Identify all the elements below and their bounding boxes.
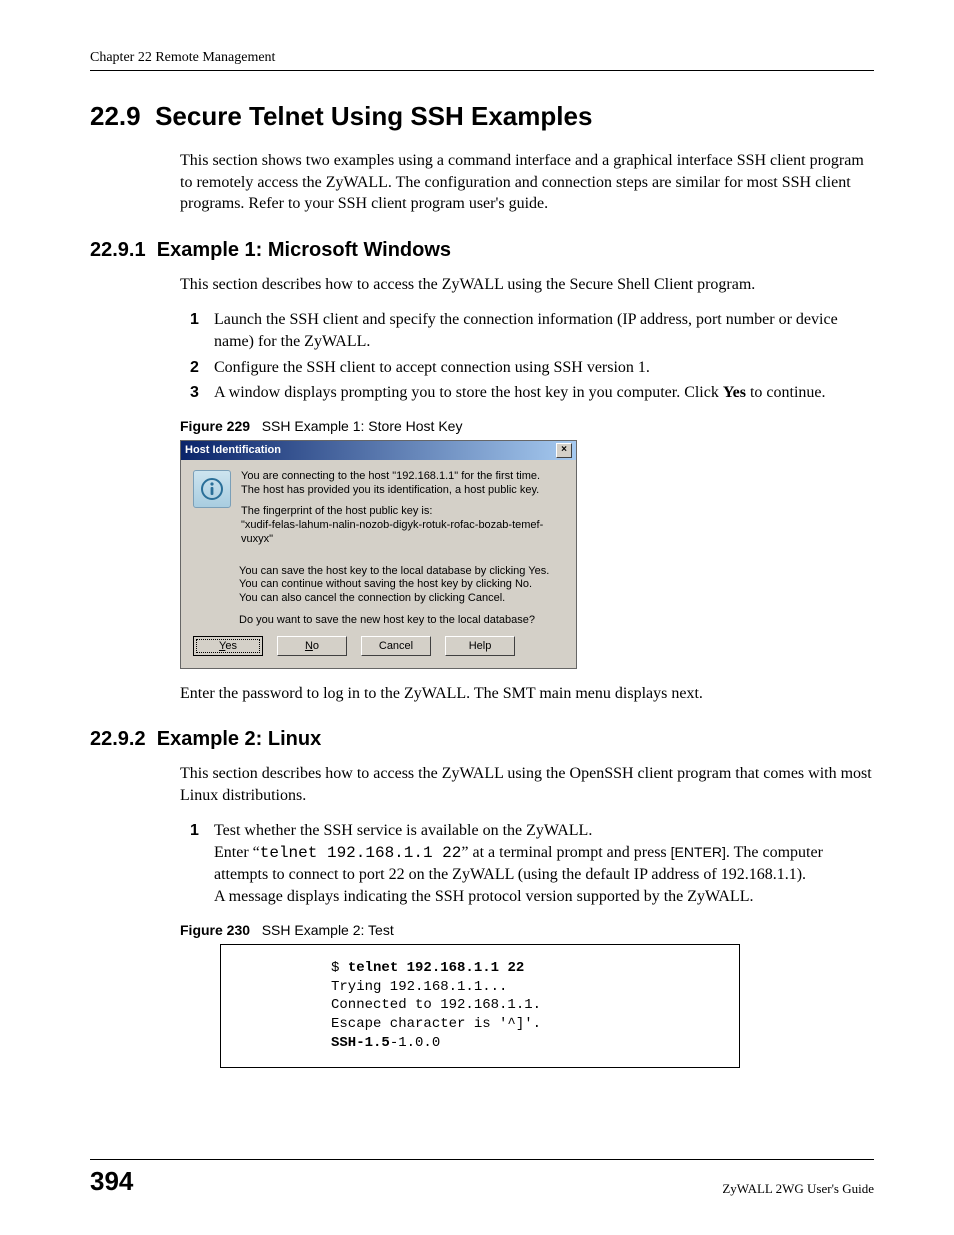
no-button[interactable]: No — [277, 636, 347, 656]
dialog-body: You are connecting to the host "192.168.… — [181, 460, 576, 668]
figure-229-label: Figure 229 — [180, 418, 250, 434]
subsection-2-title: Example 2: Linux — [157, 728, 322, 750]
chapter-header: Chapter 22 Remote Management — [90, 50, 874, 66]
step-number: 1 — [190, 820, 199, 842]
subsection-1-title: Example 1: Microsoft Windows — [157, 239, 451, 261]
yes-button[interactable]: Yes — [193, 636, 263, 656]
sub2-steps: 1 Test whether the SSH service is availa… — [190, 820, 874, 907]
dialog-line: The host has provided you its identifica… — [241, 484, 539, 496]
ssh-version-bold: SSH-1.5 — [331, 1035, 390, 1051]
subsection-2-heading: 22.9.2 Example 2: Linux — [90, 728, 874, 751]
step3-tail: to continue. — [746, 384, 826, 401]
page-number: 394 — [90, 1166, 133, 1197]
telnet-command: telnet 192.168.1.1 22 — [260, 844, 462, 862]
list-item: 2 Configure the SSH client to accept conn… — [190, 357, 874, 379]
terminal-command: telnet 192.168.1.1 22 — [348, 960, 524, 976]
help-button[interactable]: Help — [445, 636, 515, 656]
list-item: 1 Test whether the SSH service is availa… — [190, 820, 874, 907]
section-title-text: Secure Telnet Using SSH Examples — [155, 101, 592, 131]
sub1-steps: 1 Launch the SSH client and specify the c… — [190, 309, 874, 403]
host-identification-dialog: Host Identification × You are connecting… — [180, 440, 577, 669]
figure-230-caption: Figure 230 SSH Example 2: Test — [180, 922, 874, 938]
dialog-button-row: Yes No Cancel Help — [193, 636, 564, 656]
dialog-question: Do you want to save the new host key to … — [239, 614, 564, 628]
terminal-line: Trying 192.168.1.1... — [331, 978, 725, 997]
subsection-1-heading: 22.9.1 Example 1: Microsoft Windows — [90, 239, 874, 262]
sub1-intro: This section describes how to access the… — [180, 274, 874, 296]
info-icon — [193, 470, 231, 508]
dialog-fingerprint: "xudif-felas-lahum-nalin-nozob-digyk-rot… — [241, 519, 543, 545]
figure-230-caption-text: SSH Example 2: Test — [262, 922, 394, 938]
figure-229-caption-text: SSH Example 1: Store Host Key — [262, 418, 463, 434]
figure-229-caption: Figure 229 SSH Example 1: Store Host Key — [180, 418, 874, 434]
dialog-text-block-1: You are connecting to the host "192.168.… — [241, 470, 564, 555]
no-button-tail: o — [313, 640, 319, 652]
step-text: Launch the SSH client and specify the co… — [214, 311, 838, 350]
sub2-intro: This section describes how to access the… — [180, 763, 874, 806]
dialog-line: You are connecting to the host "192.168.… — [241, 470, 540, 482]
dialog-line: You can save the host key to the local d… — [239, 565, 549, 577]
terminal-line: Escape character is '^]'. — [331, 1015, 725, 1034]
step-text: A window displays prompting you to store… — [214, 384, 723, 401]
subsection-2-number: 22.9.2 — [90, 728, 146, 750]
ssh-version-msg: A message displays indicating the SSH pr… — [214, 888, 753, 905]
ssh-version-tail: -1.0.0 — [390, 1035, 440, 1051]
page-footer: 394 ZyWALL 2WG User's Guide — [90, 1159, 874, 1197]
list-item: 1 Launch the SSH client and specify the c… — [190, 309, 874, 352]
step-text: Configure the SSH client to accept conne… — [214, 359, 650, 376]
guide-name: ZyWALL 2WG User's Guide — [722, 1181, 874, 1197]
section-number: 22.9 — [90, 101, 141, 131]
footer-rule — [90, 1159, 874, 1160]
dialog-text-block-2: You can save the host key to the local d… — [239, 565, 564, 628]
terminal-line: Connected to 192.168.1.1. — [331, 996, 725, 1015]
dialog-line: You can continue without saving the host… — [239, 578, 532, 590]
cancel-button[interactable]: Cancel — [361, 636, 431, 656]
sub1-after-figure: Enter the password to log in to the ZyWA… — [180, 683, 874, 705]
step3-bold: Yes — [723, 384, 746, 401]
list-item: 3 A window displays prompting you to stor… — [190, 382, 874, 404]
dialog-line: The fingerprint of the host public key i… — [241, 505, 432, 517]
step-text: Test whether the SSH service is availabl… — [214, 822, 592, 839]
subsection-1-number: 22.9.1 — [90, 239, 146, 261]
step-number: 1 — [190, 309, 199, 331]
dialog-title: Host Identification — [185, 444, 281, 456]
step-number: 2 — [190, 357, 199, 379]
dialog-line: You can also cancel the connection by cl… — [239, 592, 505, 604]
enter-prefix: Enter “ — [214, 844, 260, 861]
terminal-output: $ telnet 192.168.1.1 22 Trying 192.168.1… — [220, 944, 740, 1068]
section-intro: This section shows two examples using a … — [180, 150, 874, 215]
header-rule — [90, 70, 874, 71]
section-heading: 22.9 Secure Telnet Using SSH Examples — [90, 101, 874, 132]
terminal-prompt: $ — [331, 960, 348, 976]
step-number: 3 — [190, 382, 199, 404]
enter-mid: ” at a terminal prompt and press — [461, 844, 670, 861]
enter-key: [ENTER] — [671, 844, 726, 860]
close-icon[interactable]: × — [556, 443, 572, 458]
yes-button-tail: es — [225, 640, 237, 652]
figure-230-label: Figure 230 — [180, 922, 250, 938]
dialog-titlebar: Host Identification × — [181, 441, 576, 460]
